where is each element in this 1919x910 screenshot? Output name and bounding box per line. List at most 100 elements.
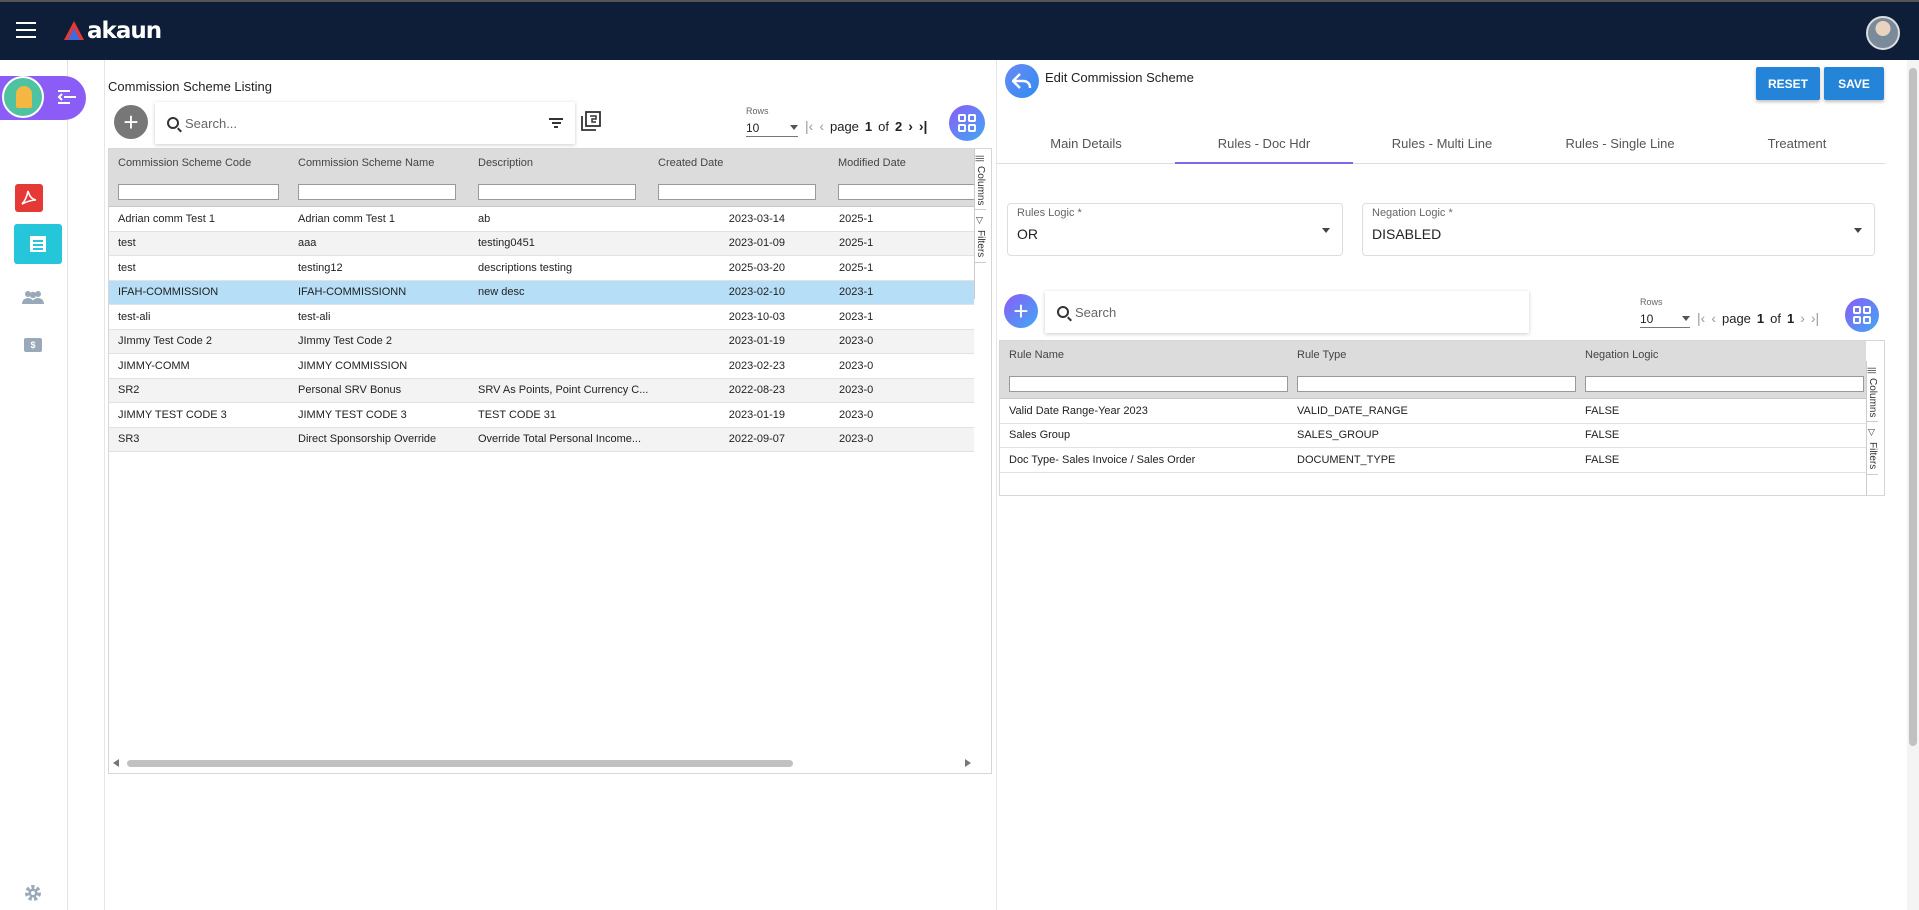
tab-rules-multi-line[interactable]: Rules - Multi Line — [1353, 124, 1531, 163]
columns-tab[interactable]: ||| Columns — [1867, 361, 1878, 423]
horizontal-scrollbar[interactable] — [109, 756, 975, 770]
rows-per-page-select[interactable]: 10 — [1640, 310, 1690, 328]
table-row[interactable]: JIMMY TEST CODE 3 JIMMY TEST CODE 3 TEST C… — [109, 403, 974, 428]
next-page-icon[interactable]: › — [908, 118, 913, 134]
tab-rules-doc-hdr[interactable]: Rules - Doc Hdr — [1175, 124, 1353, 164]
column-header[interactable]: Rule Name — [1000, 349, 1288, 361]
table-cell: 2025-1 — [839, 237, 874, 250]
column-filter-input[interactable] — [478, 183, 636, 200]
last-page-icon[interactable]: ›| — [919, 118, 928, 134]
table-row[interactable]: Adrian comm Test 1 Adrian comm Test 1 ab 20… — [109, 207, 974, 232]
scrollbar-thumb[interactable] — [1909, 68, 1917, 746]
chevron-down-icon — [1682, 316, 1690, 321]
prev-page-icon[interactable]: ‹ — [819, 118, 824, 134]
column-header[interactable]: Commission Scheme Code — [109, 157, 289, 169]
table-header: Rule Name Rule Type Negation Logic — [1000, 341, 1866, 369]
copy-icon[interactable] — [581, 111, 601, 131]
table-row[interactable]: test aaa testing0451 2023-01-09 2025-1 — [109, 231, 974, 256]
table-cell: 2023-0 — [839, 359, 874, 372]
columns-tab[interactable]: ||| Columns — [975, 149, 986, 211]
table-cell: SRV As Points, Point Currency C... — [478, 384, 649, 397]
filters-tab[interactable]: ▽ Filters — [975, 210, 986, 263]
negation-logic-select[interactable]: Negation Logic * DISABLED — [1362, 203, 1875, 256]
table-row[interactable]: test testing12 descriptions testing 2025-03… — [109, 256, 974, 281]
hamburger-menu-icon[interactable] — [16, 22, 36, 38]
cash-icon[interactable]: $ — [14, 326, 52, 364]
column-header[interactable]: Modified Date — [829, 157, 974, 169]
table-row[interactable]: SR2 Personal SRV Bonus SRV As Points, Poin… — [109, 378, 974, 403]
table-row[interactable]: JImmy Test Code 2 JImmy Test Code 2 2023-0… — [109, 329, 974, 354]
gear-icon[interactable] — [14, 874, 52, 910]
column-filter-input[interactable] — [1585, 375, 1864, 392]
app-logo[interactable]: akaun — [63, 18, 162, 44]
table-row[interactable]: IFAH-COMMISSION IFAH-COMMISSIONN new desc 2… — [109, 280, 974, 305]
filters-tab[interactable]: ▽ Filters — [1867, 422, 1878, 475]
grid-view-button[interactable] — [949, 105, 985, 141]
listing-search-box[interactable] — [155, 102, 575, 144]
first-page-icon[interactable]: |‹ — [805, 118, 813, 134]
table-row[interactable]: Sales Group SALES_GROUP FALSE — [1000, 423, 1866, 448]
pdf-app-icon[interactable] — [15, 184, 43, 212]
tab-rules-single-line[interactable]: Rules - Single Line — [1531, 124, 1709, 163]
add-scheme-button[interactable]: + — [114, 105, 148, 139]
table-row[interactable]: SR3 Direct Sponsorship Override Override T… — [109, 427, 974, 452]
back-button[interactable] — [1005, 64, 1039, 98]
table-cell: IFAH-COMMISSION — [118, 286, 219, 299]
table-row[interactable]: Doc Type- Sales Invoice / Sales Order DOC… — [1000, 448, 1866, 473]
rows-per-page-select[interactable]: 10 — [746, 119, 798, 137]
reset-button[interactable]: RESET — [1756, 67, 1820, 100]
table-cell: 2023-1 — [839, 310, 874, 323]
column-filter-input[interactable] — [658, 183, 816, 200]
table-cell: 2025-1 — [839, 212, 874, 225]
page-scrollbar[interactable] — [1907, 60, 1919, 910]
column-header[interactable]: Description — [469, 157, 649, 169]
column-filter-input[interactable] — [1009, 375, 1288, 392]
column-filter-input[interactable] — [1297, 375, 1576, 392]
rules-search-input[interactable] — [1075, 304, 1529, 320]
app-avatar[interactable] — [2, 76, 44, 118]
prev-page-icon[interactable]: ‹ — [1711, 310, 1716, 326]
rows-label: Rows — [1640, 297, 1663, 307]
tab-treatment[interactable]: Treatment — [1709, 124, 1885, 163]
table-cell: testing0451 — [478, 237, 535, 250]
next-page-icon[interactable]: › — [1800, 310, 1805, 326]
table-filter-row — [1000, 369, 1866, 399]
save-button[interactable]: SAVE — [1824, 67, 1884, 100]
rules-logic-select[interactable]: Rules Logic * OR — [1007, 203, 1343, 256]
last-page-icon[interactable]: ›| — [1811, 310, 1819, 326]
grid-view-button[interactable] — [1845, 298, 1879, 332]
table-cell: 2023-03-14 — [728, 212, 785, 225]
add-rule-button[interactable]: + — [1004, 294, 1038, 328]
column-header[interactable]: Commission Scheme Name — [289, 157, 469, 169]
scrollbar-thumb[interactable] — [127, 760, 793, 767]
column-filter-input[interactable] — [118, 183, 279, 200]
listing-side-tabs: ||| Columns ▽ Filters — [974, 149, 991, 299]
first-page-icon[interactable]: |‹ — [1697, 310, 1705, 326]
column-header[interactable]: Negation Logic — [1576, 349, 1864, 361]
filter-icon[interactable] — [549, 116, 563, 130]
table-row[interactable]: Valid Date Range-Year 2023 VALID_DATE_RAN… — [1000, 399, 1866, 424]
collapse-menu-icon[interactable] — [56, 88, 78, 111]
rules-search-box[interactable] — [1045, 291, 1529, 333]
documents-icon[interactable] — [14, 224, 62, 264]
edit-title: Edit Commission Scheme — [1045, 70, 1194, 85]
table-cell: 2025-1 — [839, 261, 874, 274]
table-cell: 2023-01-19 — [728, 408, 785, 421]
tab-main-details[interactable]: Main Details — [997, 124, 1175, 163]
table-cell: Doc Type- Sales Invoice / Sales Order — [1009, 453, 1196, 466]
chevron-down-icon — [1322, 228, 1330, 233]
column-header[interactable]: Created Date — [649, 157, 829, 169]
listing-table: Commission Scheme Code Commission Scheme… — [108, 148, 992, 774]
chevron-down-icon — [1854, 228, 1862, 233]
table-row[interactable]: test-ali test-ali 2023-10-03 2023-1 — [109, 305, 974, 330]
people-icon[interactable] — [14, 278, 52, 316]
column-header[interactable]: Rule Type — [1288, 349, 1576, 361]
table-row[interactable]: JIMMY-COMM JIMMY COMMISSION 2023-02-23 2023… — [109, 354, 974, 379]
column-filter-input[interactable] — [838, 183, 978, 200]
table-cell: FALSE — [1585, 453, 1620, 466]
user-avatar[interactable] — [1866, 16, 1900, 50]
listing-search-input[interactable] — [185, 115, 549, 131]
table-body: Adrian comm Test 1 Adrian comm Test 1 ab 20… — [109, 207, 974, 452]
column-filter-input[interactable] — [298, 183, 456, 200]
table-body: Valid Date Range-Year 2023 VALID_DATE_RAN… — [1000, 399, 1866, 473]
